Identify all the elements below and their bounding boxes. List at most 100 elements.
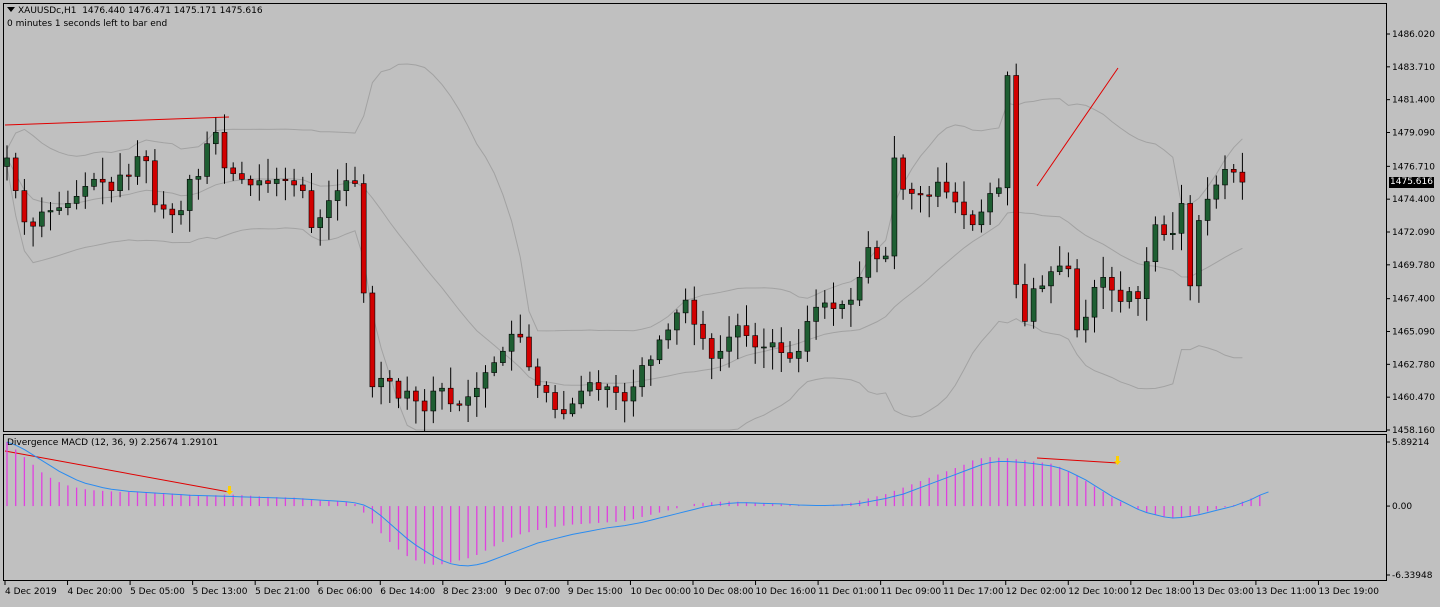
triangle-down-icon[interactable] <box>7 7 15 12</box>
candle-body[interactable] <box>987 193 993 213</box>
candle-body[interactable] <box>734 325 741 338</box>
candle-body[interactable] <box>195 176 202 180</box>
candle-body[interactable] <box>1074 268 1080 331</box>
candle-body[interactable] <box>830 302 837 309</box>
candle-body[interactable] <box>769 342 776 348</box>
candle-body[interactable] <box>578 390 585 405</box>
candle-body[interactable] <box>439 387 445 392</box>
candle-body[interactable] <box>1100 277 1106 288</box>
candle-body[interactable] <box>995 187 1002 194</box>
candle-body[interactable] <box>1196 220 1202 287</box>
candle-body[interactable] <box>317 217 324 228</box>
candle-body[interactable] <box>656 339 663 361</box>
candle-body[interactable] <box>117 174 123 191</box>
candle-body[interactable] <box>413 390 419 402</box>
candle-body[interactable] <box>343 180 350 191</box>
candle-body[interactable] <box>1048 271 1054 287</box>
candle-body[interactable] <box>291 180 297 186</box>
candle-body[interactable] <box>787 352 793 359</box>
candle-body[interactable] <box>204 143 210 177</box>
candle-body[interactable] <box>856 277 863 301</box>
candle-body[interactable] <box>630 386 637 402</box>
candle-body[interactable] <box>1187 203 1193 287</box>
candle-body[interactable] <box>543 385 550 393</box>
candle-body[interactable] <box>395 380 402 399</box>
candle-body[interactable] <box>99 178 106 183</box>
candle-body[interactable] <box>273 178 280 184</box>
candle-body[interactable] <box>874 247 880 260</box>
candle-body[interactable] <box>674 312 680 331</box>
candle-body[interactable] <box>1170 232 1176 236</box>
candle-body[interactable] <box>369 292 376 388</box>
candle-body[interactable] <box>1230 169 1237 173</box>
candle-body[interactable] <box>21 190 28 223</box>
candle-body[interactable] <box>821 302 828 308</box>
candle-body[interactable] <box>1135 291 1141 299</box>
candle-body[interactable] <box>552 392 558 410</box>
candle-body[interactable] <box>943 181 950 193</box>
candle-body[interactable] <box>221 132 228 169</box>
trading-chart[interactable]: 1486.020 1483.710 1481.400 1479.090 1476.710… <box>0 0 1440 604</box>
candle-body[interactable] <box>595 382 602 390</box>
candle-body[interactable] <box>230 167 236 174</box>
candle-body[interactable] <box>256 180 263 186</box>
candle-body[interactable] <box>378 377 384 388</box>
candle-body[interactable] <box>352 180 358 184</box>
candle-body[interactable] <box>743 325 750 336</box>
candle-body[interactable] <box>952 191 959 203</box>
candle-body[interactable] <box>882 255 889 260</box>
candle-body[interactable] <box>969 214 976 226</box>
candle-body[interactable] <box>1065 265 1072 270</box>
candle-body[interactable] <box>795 350 802 359</box>
candle-body[interactable] <box>691 299 698 325</box>
candle-body[interactable] <box>456 403 463 406</box>
candle-body[interactable] <box>1161 224 1167 236</box>
candle-body[interactable] <box>1126 291 1133 302</box>
candle-body[interactable] <box>613 386 619 393</box>
candle-body[interactable] <box>900 157 906 190</box>
candle-body[interactable] <box>500 350 506 363</box>
candle-body[interactable] <box>108 181 115 191</box>
candle-body[interactable] <box>647 359 654 366</box>
candle-body[interactable] <box>430 390 437 412</box>
candle-body[interactable] <box>587 382 593 392</box>
candle-body[interactable] <box>1056 265 1063 272</box>
candle-body[interactable] <box>1004 75 1011 189</box>
candle-body[interactable] <box>56 207 63 211</box>
candle-body[interactable] <box>308 190 315 228</box>
candle-body[interactable] <box>91 178 97 187</box>
candle-body[interactable] <box>65 203 71 208</box>
chart-canvas[interactable]: 1486.020 1483.710 1481.400 1479.090 1476.710… <box>0 0 1440 604</box>
candle-body[interactable] <box>265 180 271 184</box>
candle-body[interactable] <box>126 174 132 177</box>
candle-body[interactable] <box>917 193 924 196</box>
candle-body[interactable] <box>247 178 254 186</box>
candle-body[interactable] <box>961 201 967 216</box>
candle-body[interactable] <box>517 333 524 338</box>
candle-body[interactable] <box>508 333 515 352</box>
candle-body[interactable] <box>1039 285 1046 290</box>
candle-body[interactable] <box>639 365 645 388</box>
candle-body[interactable] <box>813 306 819 322</box>
candle-body[interactable] <box>1022 284 1028 322</box>
candle-body[interactable] <box>143 156 149 162</box>
candle-body[interactable] <box>726 336 732 352</box>
candle-body[interactable] <box>38 211 45 227</box>
candle-body[interactable] <box>160 204 167 210</box>
candle-body[interactable] <box>665 329 672 341</box>
candle-body[interactable] <box>1204 198 1211 221</box>
candle-body[interactable] <box>360 183 367 294</box>
candle-body[interactable] <box>526 336 532 368</box>
candle-body[interactable] <box>1143 261 1150 299</box>
candle-body[interactable] <box>1013 75 1020 285</box>
candle-body[interactable] <box>169 208 176 216</box>
candle-body[interactable] <box>908 188 915 194</box>
candle-body[interactable] <box>1152 224 1159 263</box>
candle-body[interactable] <box>299 184 306 191</box>
candle-body[interactable] <box>1117 289 1124 302</box>
candle-body[interactable] <box>682 299 689 314</box>
candle-body[interactable] <box>621 392 628 402</box>
candle-body[interactable] <box>569 403 576 415</box>
candle-body[interactable] <box>761 346 767 349</box>
candle-body[interactable] <box>848 299 854 305</box>
